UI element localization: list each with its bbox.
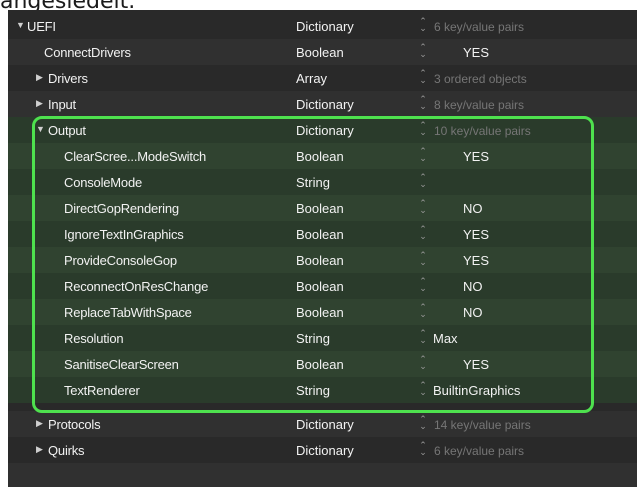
type-label[interactable]: String bbox=[296, 175, 330, 190]
type-label[interactable]: Boolean bbox=[296, 45, 344, 60]
row-console-mode[interactable]: ConsoleMode String ⌃ ⌄ bbox=[8, 169, 637, 195]
stepper-icon[interactable]: ⌃ ⌄ bbox=[419, 95, 427, 111]
key-label: ConsoleMode bbox=[64, 175, 143, 190]
key-label: UEFI bbox=[27, 19, 56, 34]
stepper-icon[interactable]: ⌃ ⌄ bbox=[419, 355, 427, 371]
type-label[interactable]: String bbox=[296, 331, 330, 346]
value-label[interactable]: YES bbox=[463, 149, 489, 164]
stepper-icon[interactable]: ⌃ ⌄ bbox=[419, 147, 427, 163]
type-label[interactable]: String bbox=[296, 383, 330, 398]
stepper-icon[interactable]: ⌃ ⌄ bbox=[419, 303, 427, 319]
row-output[interactable]: ▼ Output Dictionary ⌃ ⌄ 10 key/value pair… bbox=[8, 117, 637, 143]
expand-triangle-icon[interactable]: ▶ bbox=[36, 418, 43, 429]
value-label[interactable]: YES bbox=[463, 253, 489, 268]
type-label[interactable]: Dictionary bbox=[296, 123, 354, 138]
type-label[interactable]: Dictionary bbox=[296, 97, 354, 112]
row-clear-screen-mode-switch[interactable]: ClearScree...ModeSwitch Boolean ⌃ ⌄ YES bbox=[8, 143, 637, 169]
value-label[interactable]: NO bbox=[463, 279, 483, 294]
plist-tree: ▼ UEFI Dictionary ⌃ ⌄ 6 key/value pairs C… bbox=[8, 10, 637, 487]
key-label: TextRenderer bbox=[64, 383, 140, 398]
value-label: 6 key/value pairs bbox=[434, 20, 525, 34]
type-label[interactable]: Boolean bbox=[296, 253, 344, 268]
row-resolution[interactable]: Resolution String ⌃ ⌄ Max bbox=[8, 325, 637, 351]
value-label[interactable]: NO bbox=[463, 201, 483, 216]
value-label: 10 key/value pairs bbox=[434, 124, 531, 138]
key-label: Input bbox=[48, 97, 76, 112]
value-label[interactable]: YES bbox=[463, 45, 489, 60]
key-label: DirectGopRendering bbox=[64, 201, 179, 216]
row-drivers[interactable]: ▶ Drivers Array ⌃ ⌄ 3 ordered objects bbox=[8, 65, 637, 91]
key-label: SanitiseClearScreen bbox=[64, 357, 179, 372]
key-label: ConnectDrivers bbox=[44, 45, 131, 60]
expand-triangle-icon[interactable]: ▶ bbox=[36, 444, 43, 455]
row-provide-console-gop[interactable]: ProvideConsoleGop Boolean ⌃ ⌄ YES bbox=[8, 247, 637, 273]
type-label[interactable]: Boolean bbox=[296, 279, 344, 294]
collapse-triangle-icon[interactable]: ▼ bbox=[36, 124, 45, 134]
stepper-icon[interactable]: ⌃ ⌄ bbox=[419, 277, 427, 293]
type-label[interactable]: Boolean bbox=[296, 149, 344, 164]
key-label: Resolution bbox=[64, 331, 124, 346]
key-label: Quirks bbox=[48, 443, 85, 458]
value-field[interactable]: BuiltinGraphics bbox=[433, 383, 520, 398]
key-label: ReconnectOnResChange bbox=[64, 279, 209, 294]
value-label: 14 key/value pairs bbox=[434, 418, 531, 432]
value-field[interactable]: Max bbox=[433, 331, 458, 346]
stepper-icon[interactable]: ⌃ ⌄ bbox=[419, 69, 427, 85]
expand-triangle-icon[interactable]: ▶ bbox=[36, 98, 43, 109]
stepper-icon[interactable]: ⌃ ⌄ bbox=[419, 225, 427, 241]
row-input[interactable]: ▶ Input Dictionary ⌃ ⌄ 8 key/value pairs bbox=[8, 91, 637, 117]
type-label[interactable]: Dictionary bbox=[296, 19, 354, 34]
type-label[interactable]: Dictionary bbox=[296, 417, 354, 432]
row-direct-gop-rendering[interactable]: DirectGopRendering Boolean ⌃ ⌄ NO bbox=[8, 195, 637, 221]
row-replace-tab-with-space[interactable]: ReplaceTabWithSpace Boolean ⌃ ⌄ NO bbox=[8, 299, 637, 325]
stepper-icon[interactable]: ⌃ ⌄ bbox=[419, 43, 427, 59]
key-label: Output bbox=[48, 123, 86, 138]
value-label: 6 key/value pairs bbox=[434, 444, 525, 458]
stepper-icon[interactable]: ⌃ ⌄ bbox=[419, 17, 427, 33]
type-label[interactable]: Boolean bbox=[296, 305, 344, 320]
row-reconnect-on-res-change[interactable]: ReconnectOnResChange Boolean ⌃ ⌄ NO bbox=[8, 273, 637, 299]
value-label: 3 ordered objects bbox=[434, 72, 527, 86]
row-text-renderer[interactable]: TextRenderer String ⌃ ⌄ BuiltinGraphics bbox=[8, 377, 637, 403]
value-label: 8 key/value pairs bbox=[434, 98, 525, 112]
stepper-icon[interactable]: ⌃ ⌄ bbox=[419, 251, 427, 267]
expand-triangle-icon[interactable]: ▶ bbox=[36, 72, 43, 83]
row-sanitise-clear-screen[interactable]: SanitiseClearScreen Boolean ⌃ ⌄ YES bbox=[8, 351, 637, 377]
key-label: ReplaceTabWithSpace bbox=[64, 305, 192, 320]
stepper-icon[interactable]: ⌃ ⌄ bbox=[419, 329, 427, 345]
row-uefi[interactable]: ▼ UEFI Dictionary ⌃ ⌄ 6 key/value pairs bbox=[8, 13, 637, 39]
stepper-icon[interactable]: ⌃ ⌄ bbox=[419, 199, 427, 215]
collapse-triangle-icon[interactable]: ▼ bbox=[16, 20, 25, 30]
type-label[interactable]: Array bbox=[296, 71, 327, 86]
empty-row bbox=[8, 463, 637, 487]
key-label: IgnoreTextInGraphics bbox=[64, 227, 184, 242]
type-label[interactable]: Boolean bbox=[296, 227, 344, 242]
value-label[interactable]: YES bbox=[463, 227, 489, 242]
stepper-icon[interactable]: ⌃ ⌄ bbox=[419, 441, 427, 457]
stepper-icon[interactable]: ⌃ ⌄ bbox=[419, 381, 427, 397]
row-ignore-text-in-graphics[interactable]: IgnoreTextInGraphics Boolean ⌃ ⌄ YES bbox=[8, 221, 637, 247]
key-label: Drivers bbox=[48, 71, 88, 86]
key-label: ClearScree...ModeSwitch bbox=[64, 149, 207, 164]
stepper-icon[interactable]: ⌃ ⌄ bbox=[419, 173, 427, 189]
row-protocols[interactable]: ▶ Protocols Dictionary ⌃ ⌄ 14 key/value p… bbox=[8, 411, 637, 437]
type-label[interactable]: Boolean bbox=[296, 357, 344, 372]
key-label: Protocols bbox=[48, 417, 101, 432]
value-label[interactable]: YES bbox=[463, 357, 489, 372]
type-label[interactable]: Dictionary bbox=[296, 443, 354, 458]
plist-editor-screenshot: angesiedelt. ▼ UEFI Dictionary ⌃ ⌄ 6 key/… bbox=[0, 0, 641, 487]
row-quirks[interactable]: ▶ Quirks Dictionary ⌃ ⌄ 6 key/value pairs bbox=[8, 437, 637, 463]
stepper-icon[interactable]: ⌃ ⌄ bbox=[419, 415, 427, 431]
row-connect-drivers[interactable]: ConnectDrivers Boolean ⌃ ⌄ YES bbox=[8, 39, 637, 65]
key-label: ProvideConsoleGop bbox=[64, 253, 177, 268]
stepper-icon[interactable]: ⌃ ⌄ bbox=[419, 121, 427, 137]
type-label[interactable]: Boolean bbox=[296, 201, 344, 216]
value-label[interactable]: NO bbox=[463, 305, 483, 320]
